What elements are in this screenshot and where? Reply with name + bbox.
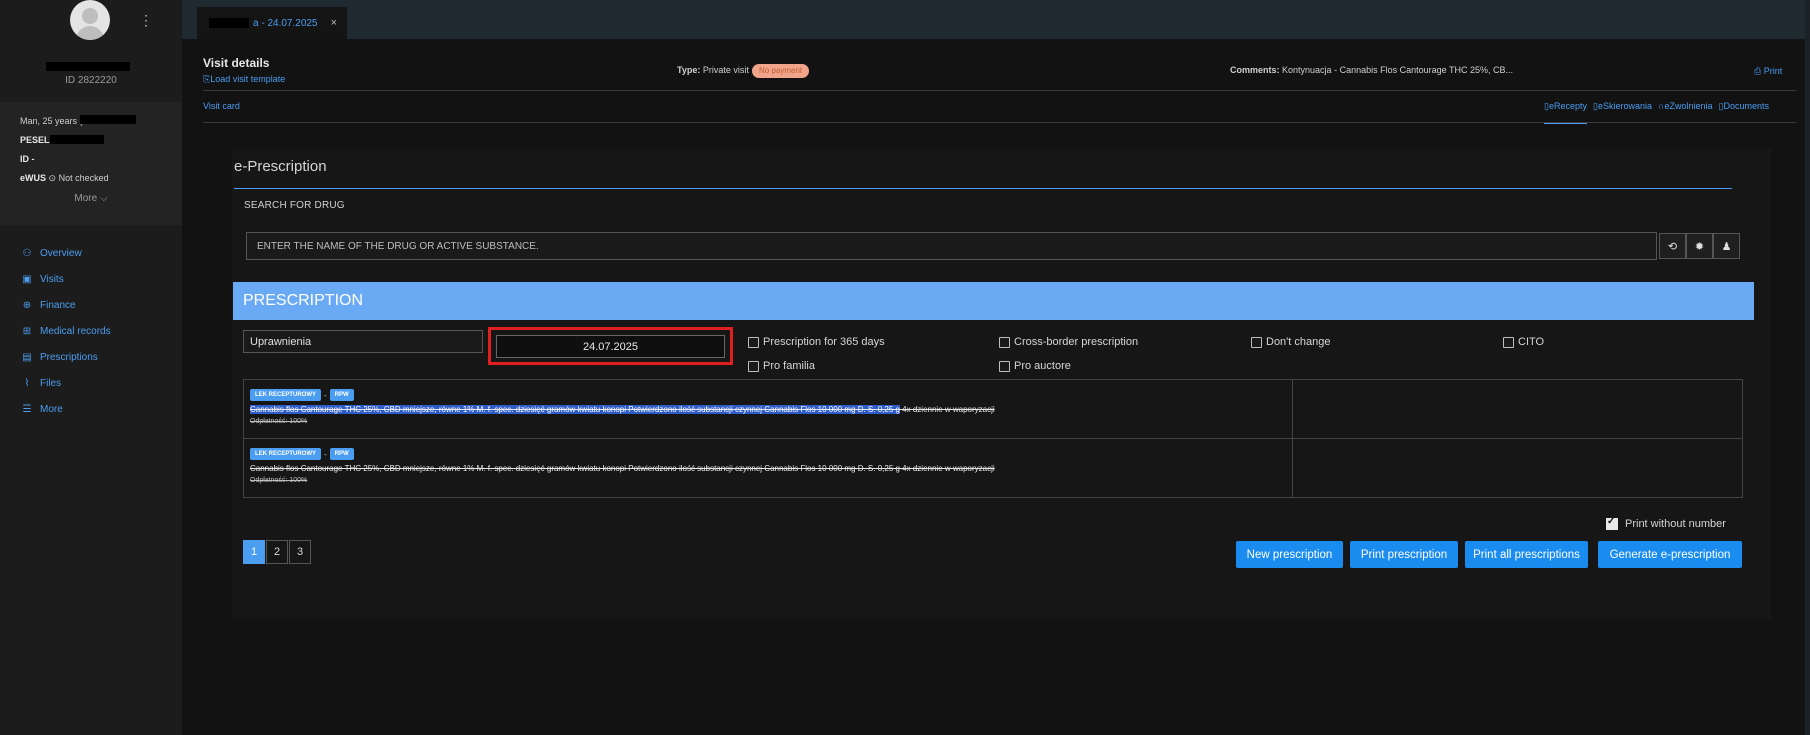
history-button[interactable]: ⟲ xyxy=(1659,233,1686,259)
generate-eprescription-button[interactable]: Generate e-prescription xyxy=(1598,541,1742,568)
visit-comments: Comments: Kontynuacja - Cannabis Flos Ca… xyxy=(1230,65,1513,75)
history-icon: ⟲ xyxy=(1667,240,1678,253)
prescription-header: PRESCRIPTION xyxy=(233,282,1754,320)
page-title: Visit details xyxy=(203,56,270,70)
user-icon: ⚇ xyxy=(22,247,32,259)
checkbox-cito[interactable]: CITO xyxy=(1503,336,1544,348)
sidebar-item-visits[interactable]: ▣ Visits xyxy=(0,266,182,292)
sidebar-item-medical-records[interactable]: ⊞ Medical records xyxy=(0,318,182,344)
patient-profile: ⋮ ID 2822220 xyxy=(0,0,182,97)
patient-sex-age: Man, 25 years (2 xyxy=(20,116,88,126)
pesel-label: PESEL xyxy=(20,135,50,145)
new-prescription-button[interactable]: New prescription xyxy=(1236,541,1343,568)
tab-eskierowania[interactable]: ▯eSkierowania xyxy=(1593,101,1652,124)
tab-bar: a - 24.07.2025 × xyxy=(182,0,1810,39)
patient-info: Man, 25 years (2 PESEL ID - eWUS ⊙ Not c… xyxy=(0,102,182,225)
ewus-status: eWUS ⊙ Not checked xyxy=(20,173,109,183)
drug-search-input[interactable] xyxy=(246,232,1657,260)
eprescription-divider xyxy=(234,188,1732,189)
rpw-badge: RPW xyxy=(329,448,354,460)
redacted-tab-name xyxy=(209,18,249,28)
checkbox-dont-change[interactable]: Don't change xyxy=(1251,336,1330,348)
checkbox-cross-border[interactable]: Cross-border prescription xyxy=(999,336,1138,348)
sidebar-nav: ⚇ Overview ▣ Visits ⊕ Finance ⊞ Medical reco… xyxy=(0,240,182,422)
payment-level: Odpłatność: 100% xyxy=(250,418,308,425)
close-icon[interactable]: × xyxy=(331,17,337,29)
document-tabs: ▯eRecepty ▯eSkierowania ∩eZwolnienia ▯Do… xyxy=(1544,101,1769,124)
permissions-field[interactable] xyxy=(243,330,483,353)
sidebar-item-finance[interactable]: ⊕ Finance xyxy=(0,292,182,318)
page-3-button[interactable]: 3 xyxy=(289,540,311,564)
person-icon: ♟ xyxy=(1721,240,1732,253)
patient-button[interactable]: ♟ xyxy=(1713,233,1740,259)
drug-description: Cannabis flos Cantourage THC 25%, CBD mn… xyxy=(250,405,995,414)
avatar xyxy=(70,0,110,40)
redacted-birthdate xyxy=(80,115,136,124)
chevron-down-icon: ⌵ xyxy=(99,193,108,204)
drug-description: Cannabis flos Cantourage THC 25%, CBD mn… xyxy=(250,464,995,473)
print-without-number-checkbox[interactable]: Print without number xyxy=(1606,516,1726,530)
redacted-name xyxy=(46,62,130,71)
divider xyxy=(203,122,1796,123)
page-1-button[interactable]: 1 xyxy=(243,540,265,564)
menu-icon: ☰ xyxy=(22,403,32,415)
sidebar: ⋮ ID 2822220 Man, 25 years (2 PESEL ID -… xyxy=(0,0,182,735)
checkbox-365-days[interactable]: Prescription for 365 days xyxy=(748,336,885,348)
drug-type-badge: LEK RECEPTUROWY xyxy=(250,389,322,401)
checkbox-pro-familia[interactable]: Pro familia xyxy=(748,360,815,372)
sidebar-item-more[interactable]: ☰ More xyxy=(0,396,182,422)
checkbox-pro-auctore[interactable]: Pro auctore xyxy=(999,360,1071,372)
eprescription-title: e-Prescription xyxy=(234,158,327,175)
print-prescription-button[interactable]: Print prescription xyxy=(1350,541,1458,568)
tab-ezwolnienia[interactable]: ∩eZwolnienia xyxy=(1658,101,1713,124)
finance-icon: ⊕ xyxy=(22,299,32,311)
pagination: 1 2 3 xyxy=(243,540,312,564)
tab-documents[interactable]: ▯Documents xyxy=(1719,101,1769,124)
table-row[interactable]: LEK RECEPTUROWY - RPW Cannabis flos Cantou… xyxy=(244,439,1742,498)
visit-card-link[interactable]: Visit card xyxy=(203,101,240,111)
kebab-menu-icon[interactable]: ⋮ xyxy=(139,12,153,29)
right-scrollbar[interactable] xyxy=(1805,0,1810,735)
table-row[interactable]: LEK RECEPTUROWY - RPW Cannabis flos Cantou… xyxy=(244,380,1742,439)
drug-type-badge: LEK RECEPTUROWY xyxy=(250,448,322,460)
sidebar-item-files[interactable]: ⌇ Files xyxy=(0,370,182,396)
sidebar-item-overview[interactable]: ⚇ Overview xyxy=(0,240,182,266)
check-circle-icon: ⊙ xyxy=(48,173,57,183)
patient-id: ID 2822220 xyxy=(65,75,117,86)
id-label: ID - xyxy=(20,154,35,164)
printer-icon: ⎙ xyxy=(1754,66,1762,76)
page-2-button[interactable]: 2 xyxy=(266,540,288,564)
print-all-prescriptions-button[interactable]: Print all prescriptions xyxy=(1465,541,1588,568)
settings-button[interactable]: ✹ xyxy=(1686,233,1713,259)
payment-status-badge: No payment xyxy=(752,64,810,78)
rpw-badge: RPW xyxy=(329,389,354,401)
print-link[interactable]: ⎙ Print xyxy=(1754,66,1782,77)
tab-erecepty[interactable]: ▯eRecepty xyxy=(1544,101,1588,124)
sidebar-item-prescriptions[interactable]: ▤ Prescriptions xyxy=(0,344,182,370)
prescription-items-table: LEK RECEPTUROWY - RPW Cannabis flos Cantou… xyxy=(243,379,1743,498)
payment-level: Odpłatność: 100% xyxy=(250,477,308,484)
tab-visit[interactable]: a - 24.07.2025 × xyxy=(197,7,347,39)
more-info-toggle[interactable]: More ⌵ xyxy=(0,193,182,204)
gear-icon: ✹ xyxy=(1694,240,1705,253)
load-visit-template-link[interactable]: ⎘Load visit template xyxy=(203,74,285,85)
prescription-date-field[interactable] xyxy=(496,335,725,358)
calendar-icon: ▣ xyxy=(22,273,32,285)
divider xyxy=(203,90,1796,91)
visit-type: Type: Private visit xyxy=(677,65,749,75)
prescription-icon: ▤ xyxy=(22,351,32,363)
date-highlight-box xyxy=(488,327,733,365)
search-drug-label: SEARCH FOR DRUG xyxy=(244,200,345,211)
tab-visit-label: a - 24.07.2025 xyxy=(253,17,318,29)
paperclip-icon: ⌇ xyxy=(24,377,30,389)
redacted-pesel xyxy=(50,135,104,144)
medical-records-icon: ⊞ xyxy=(22,325,32,337)
